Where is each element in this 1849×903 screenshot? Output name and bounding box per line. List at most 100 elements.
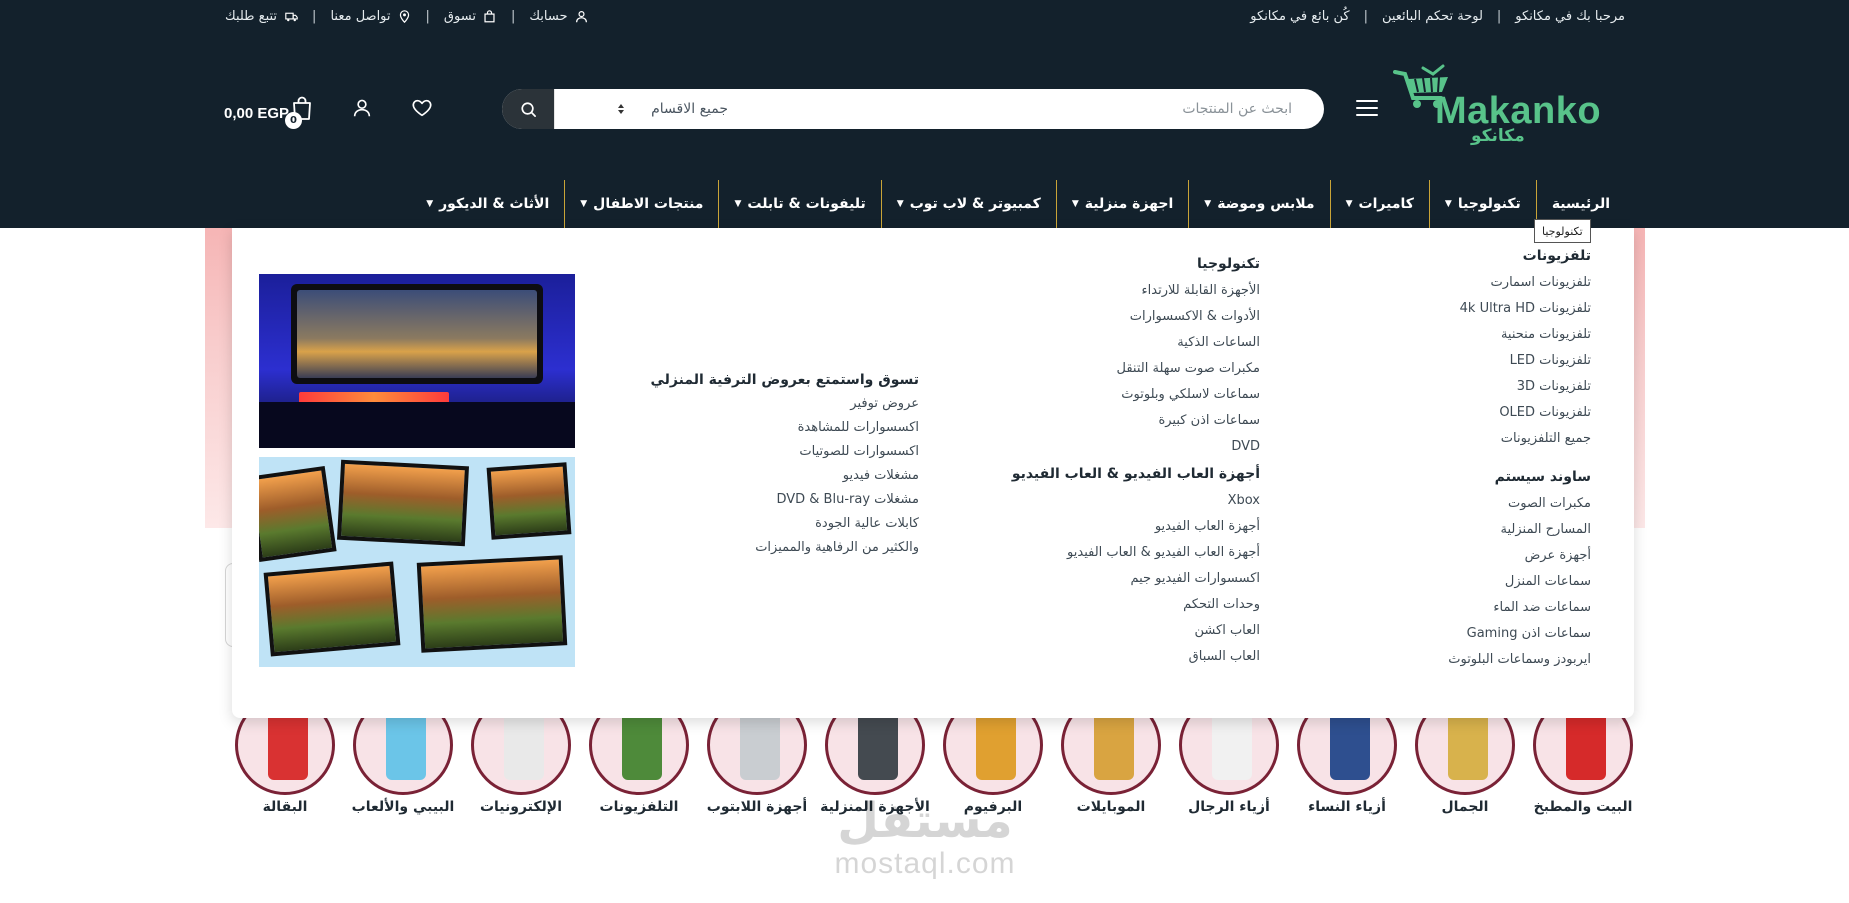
chevron-down-icon: ▼ bbox=[1345, 199, 1353, 209]
search-bar: جميع الاقسام bbox=[502, 89, 1324, 129]
welcome-text: مرحبا بك في مكانكو bbox=[1515, 9, 1625, 24]
nav-item-phones[interactable]: تليفونات & تابلت ▼ bbox=[718, 180, 880, 228]
account-button[interactable] bbox=[351, 97, 375, 121]
nav-tooltip: تكنولوجيا bbox=[1534, 219, 1591, 243]
top-bar-left: حسابك | تسوق | تواصل معنا | تتبع طلبك bbox=[225, 9, 589, 24]
mega-link[interactable]: تلفزيونات OLED bbox=[1448, 400, 1591, 426]
search-input[interactable] bbox=[752, 89, 1312, 129]
mega-link[interactable]: سماعات المنزل bbox=[1448, 569, 1591, 595]
product-shape bbox=[1212, 710, 1252, 780]
nav-label: تكنولوجيا bbox=[1457, 196, 1521, 212]
mega-link[interactable]: سماعات لاسلكي وبلوتوث bbox=[1012, 382, 1260, 408]
mega-link[interactable]: DVD bbox=[1012, 434, 1260, 460]
tv-shape bbox=[486, 462, 572, 540]
mega-link[interactable]: اكسسوارات الفيديو جيم bbox=[1012, 566, 1260, 592]
mega-link[interactable]: العاب اكشن bbox=[1012, 618, 1260, 644]
nav-item-cameras[interactable]: كاميرات ▼ bbox=[1329, 180, 1429, 228]
tv-shape bbox=[336, 459, 470, 547]
column-heading[interactable]: تسوق واستمتع بعروض الترفية المنزلي bbox=[651, 372, 919, 388]
chevron-down-icon: ▼ bbox=[734, 199, 742, 209]
mega-link[interactable]: مكبرات الصوت bbox=[1448, 491, 1591, 517]
mega-link[interactable]: ايربودز وسماعات البلوتوث bbox=[1448, 647, 1591, 673]
category-select[interactable]: جميع الاقسام bbox=[554, 89, 740, 129]
promo-image-tvs[interactable] bbox=[259, 457, 575, 667]
chevron-down-icon: ▼ bbox=[426, 199, 434, 209]
mega-link[interactable]: العاب السباق bbox=[1012, 644, 1260, 670]
site-logo[interactable]: Makanko مكانكو bbox=[1393, 62, 1615, 158]
select-arrows-icon bbox=[618, 104, 624, 114]
nav-item-home-appliances[interactable]: اجهزة منزلية ▼ bbox=[1055, 180, 1188, 228]
product-shape bbox=[1330, 710, 1370, 780]
category-label: الجمال bbox=[1441, 799, 1489, 815]
cart-button[interactable]: 0,00 EGP 0 bbox=[224, 95, 320, 131]
become-seller-link[interactable]: كُن بائع في مكانكو bbox=[1250, 9, 1349, 24]
category-label: البقالة bbox=[262, 799, 308, 815]
nav-item-furniture[interactable]: الأثاث & الديكور ▼ bbox=[411, 180, 564, 228]
divider: | bbox=[1496, 9, 1502, 24]
mega-link[interactable]: سماعات اذن Gaming bbox=[1448, 621, 1591, 647]
mega-link[interactable]: وحدات التحكم bbox=[1012, 592, 1260, 618]
mega-link[interactable]: عروض توفير bbox=[651, 392, 919, 416]
contact-link[interactable]: تواصل معنا bbox=[330, 9, 411, 24]
mega-link[interactable]: أجهزة عرض bbox=[1448, 543, 1591, 569]
column-heading[interactable]: تلفزيونات bbox=[1448, 248, 1591, 264]
nav-item-technology[interactable]: تكنولوجيا ▼ bbox=[1428, 180, 1536, 228]
monitor-screen bbox=[297, 290, 537, 378]
nav-item-kids[interactable]: منتجات الاطفال ▼ bbox=[564, 180, 718, 228]
mega-link[interactable]: Xbox bbox=[1012, 488, 1260, 514]
shop-link[interactable]: تسوق bbox=[444, 9, 497, 24]
truck-icon bbox=[284, 10, 298, 24]
mega-link[interactable]: الأجهزة القابلة للارتداء bbox=[1012, 278, 1260, 304]
mega-link[interactable]: سماعات اذن كبيرة bbox=[1012, 408, 1260, 434]
mega-link[interactable]: الأدوات & الاكسسوارات bbox=[1012, 304, 1260, 330]
category-select-value: جميع الاقسام bbox=[651, 101, 728, 117]
nav-item-fashion[interactable]: ملابس وموضة ▼ bbox=[1188, 180, 1329, 228]
user-icon bbox=[353, 99, 371, 117]
promo-image-gaming-monitor[interactable] bbox=[259, 274, 575, 448]
nav-label: ملابس وموضة bbox=[1217, 196, 1315, 212]
mega-link[interactable]: أجهزة العاب الفيديو & العاب الفيديو bbox=[1012, 540, 1260, 566]
product-shape bbox=[504, 710, 544, 780]
category-label: الإلكترونيات bbox=[479, 799, 563, 815]
column-heading[interactable]: ساوند سيستم bbox=[1448, 469, 1591, 485]
watermark-ar: مستقل bbox=[837, 793, 1013, 849]
cart-count-badge: 0 bbox=[285, 112, 302, 129]
shopping-bag-icon bbox=[483, 10, 497, 24]
mega-link[interactable]: اكسسوارات للمشاهدة bbox=[651, 416, 919, 440]
mega-link[interactable]: تلفزيونات LED bbox=[1448, 348, 1591, 374]
mega-link[interactable]: جميع التلفزيونات bbox=[1448, 426, 1591, 452]
chevron-down-icon: ▼ bbox=[580, 199, 588, 209]
account-link[interactable]: حسابك bbox=[529, 9, 588, 24]
divider: | bbox=[510, 9, 516, 24]
mega-link[interactable]: مكبرات صوت سهلة التنقل bbox=[1012, 356, 1260, 382]
chevron-down-icon: ▼ bbox=[1444, 199, 1452, 209]
mega-link[interactable]: تلفزيونات منحنية bbox=[1448, 322, 1591, 348]
track-order-link[interactable]: تتبع طلبك bbox=[225, 9, 298, 24]
mega-link[interactable]: تلفزيونات اسمارت bbox=[1448, 270, 1591, 296]
column-heading[interactable]: تكنولوجيا bbox=[1012, 256, 1260, 272]
nav-item-computers[interactable]: كمبيوتر & لاب توب ▼ bbox=[880, 180, 1056, 228]
category-label: أجهزة اللابتوب bbox=[706, 799, 808, 815]
account-label: حسابك bbox=[529, 9, 568, 24]
mega-link[interactable]: المسارح المنزلية bbox=[1448, 517, 1592, 543]
mega-link[interactable]: تلفزيونات 4k Ultra HD bbox=[1448, 296, 1591, 322]
mega-link[interactable]: مشغلات فيديو bbox=[651, 464, 919, 488]
mega-link[interactable]: تلفزيونات 3D bbox=[1448, 374, 1591, 400]
wishlist-button[interactable] bbox=[411, 97, 435, 121]
product-shape bbox=[268, 710, 308, 780]
mega-link[interactable]: والكثير من الرفاهية والمميزات bbox=[651, 536, 919, 560]
menu-icon[interactable] bbox=[1356, 100, 1378, 118]
mega-link[interactable]: اكسسوارات للصوتيات bbox=[651, 440, 919, 464]
search-button[interactable] bbox=[502, 89, 554, 129]
mega-link[interactable]: كابلات عالية الجودة bbox=[651, 512, 919, 536]
product-shape bbox=[858, 710, 898, 780]
site-header: مرحبا بك في مكانكو | لوحة تحكم البائعين … bbox=[0, 0, 1849, 228]
mega-link[interactable]: مشغلات DVD & Blu-ray bbox=[651, 488, 919, 512]
track-order-label: تتبع طلبك bbox=[225, 9, 278, 24]
seller-dashboard-link[interactable]: لوحة تحكم البائعين bbox=[1382, 9, 1483, 24]
product-shape bbox=[386, 710, 426, 780]
mega-link[interactable]: سماعات ضد الماء bbox=[1448, 595, 1591, 621]
mega-link[interactable]: الساعات الذكية bbox=[1012, 330, 1260, 356]
mega-link[interactable]: أجهزة العاب الفيديو bbox=[1012, 514, 1260, 540]
column-heading[interactable]: أجهزة العاب الفيديو & العاب الفيديو bbox=[1012, 466, 1260, 482]
